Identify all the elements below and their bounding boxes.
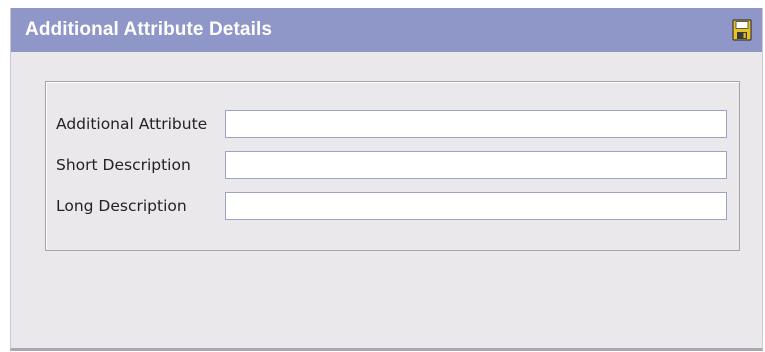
long-description-row: Long Description xyxy=(56,191,727,221)
additional-attribute-details-panel: Additional Attribute Details Additional … xyxy=(10,8,763,351)
long-description-input[interactable] xyxy=(225,192,727,220)
short-description-row: Short Description xyxy=(56,150,727,180)
short-description-label: Short Description xyxy=(56,156,191,174)
floppy-disk-icon xyxy=(732,19,752,41)
short-description-input[interactable] xyxy=(225,151,727,179)
additional-attribute-label: Additional Attribute xyxy=(56,115,208,133)
attribute-details-fieldset: Additional Attribute Short Description L… xyxy=(45,81,740,251)
panel-title: Additional Attribute Details xyxy=(25,19,272,40)
save-icon[interactable] xyxy=(732,19,752,41)
panel-titlebar: Additional Attribute Details xyxy=(11,8,762,52)
long-description-label: Long Description xyxy=(56,197,187,215)
additional-attribute-input[interactable] xyxy=(225,110,727,138)
additional-attribute-row: Additional Attribute xyxy=(56,109,727,139)
